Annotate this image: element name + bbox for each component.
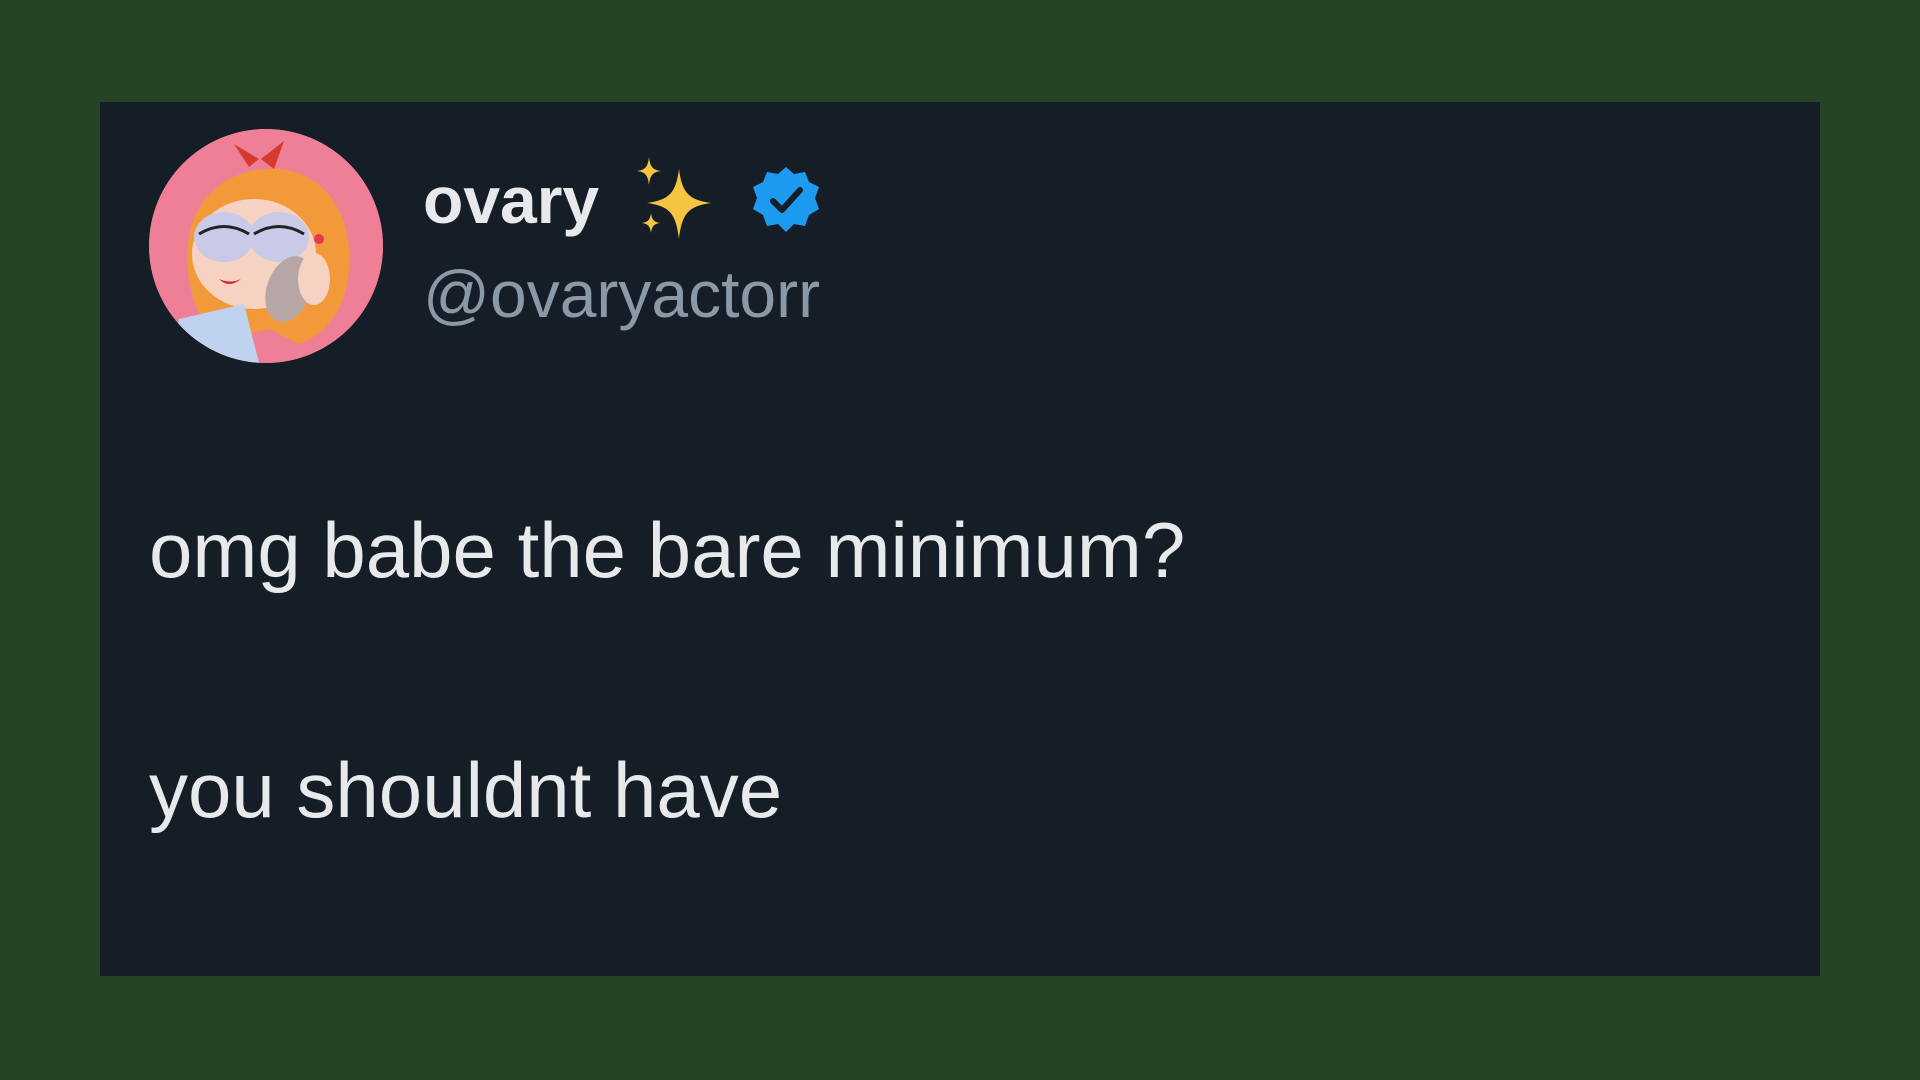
author-name-row: ovary [423,157,821,243]
author-handle[interactable]: @ovaryactorr [423,254,820,334]
verified-badge-icon[interactable] [751,165,821,235]
tweet-text-line: omg babe the bare minimum? [149,506,1186,594]
tweet-text-line: you shouldnt have [149,746,783,834]
avatar[interactable] [149,129,383,363]
cartoon-girl-avatar-icon [149,129,383,363]
display-name[interactable]: ovary [423,160,599,240]
page-background: ovary @ovaryactorr omg babe the bare min… [0,0,1920,1080]
sparkles-icon [629,157,715,243]
tweet-card: ovary @ovaryactorr omg babe the bare min… [100,102,1820,976]
